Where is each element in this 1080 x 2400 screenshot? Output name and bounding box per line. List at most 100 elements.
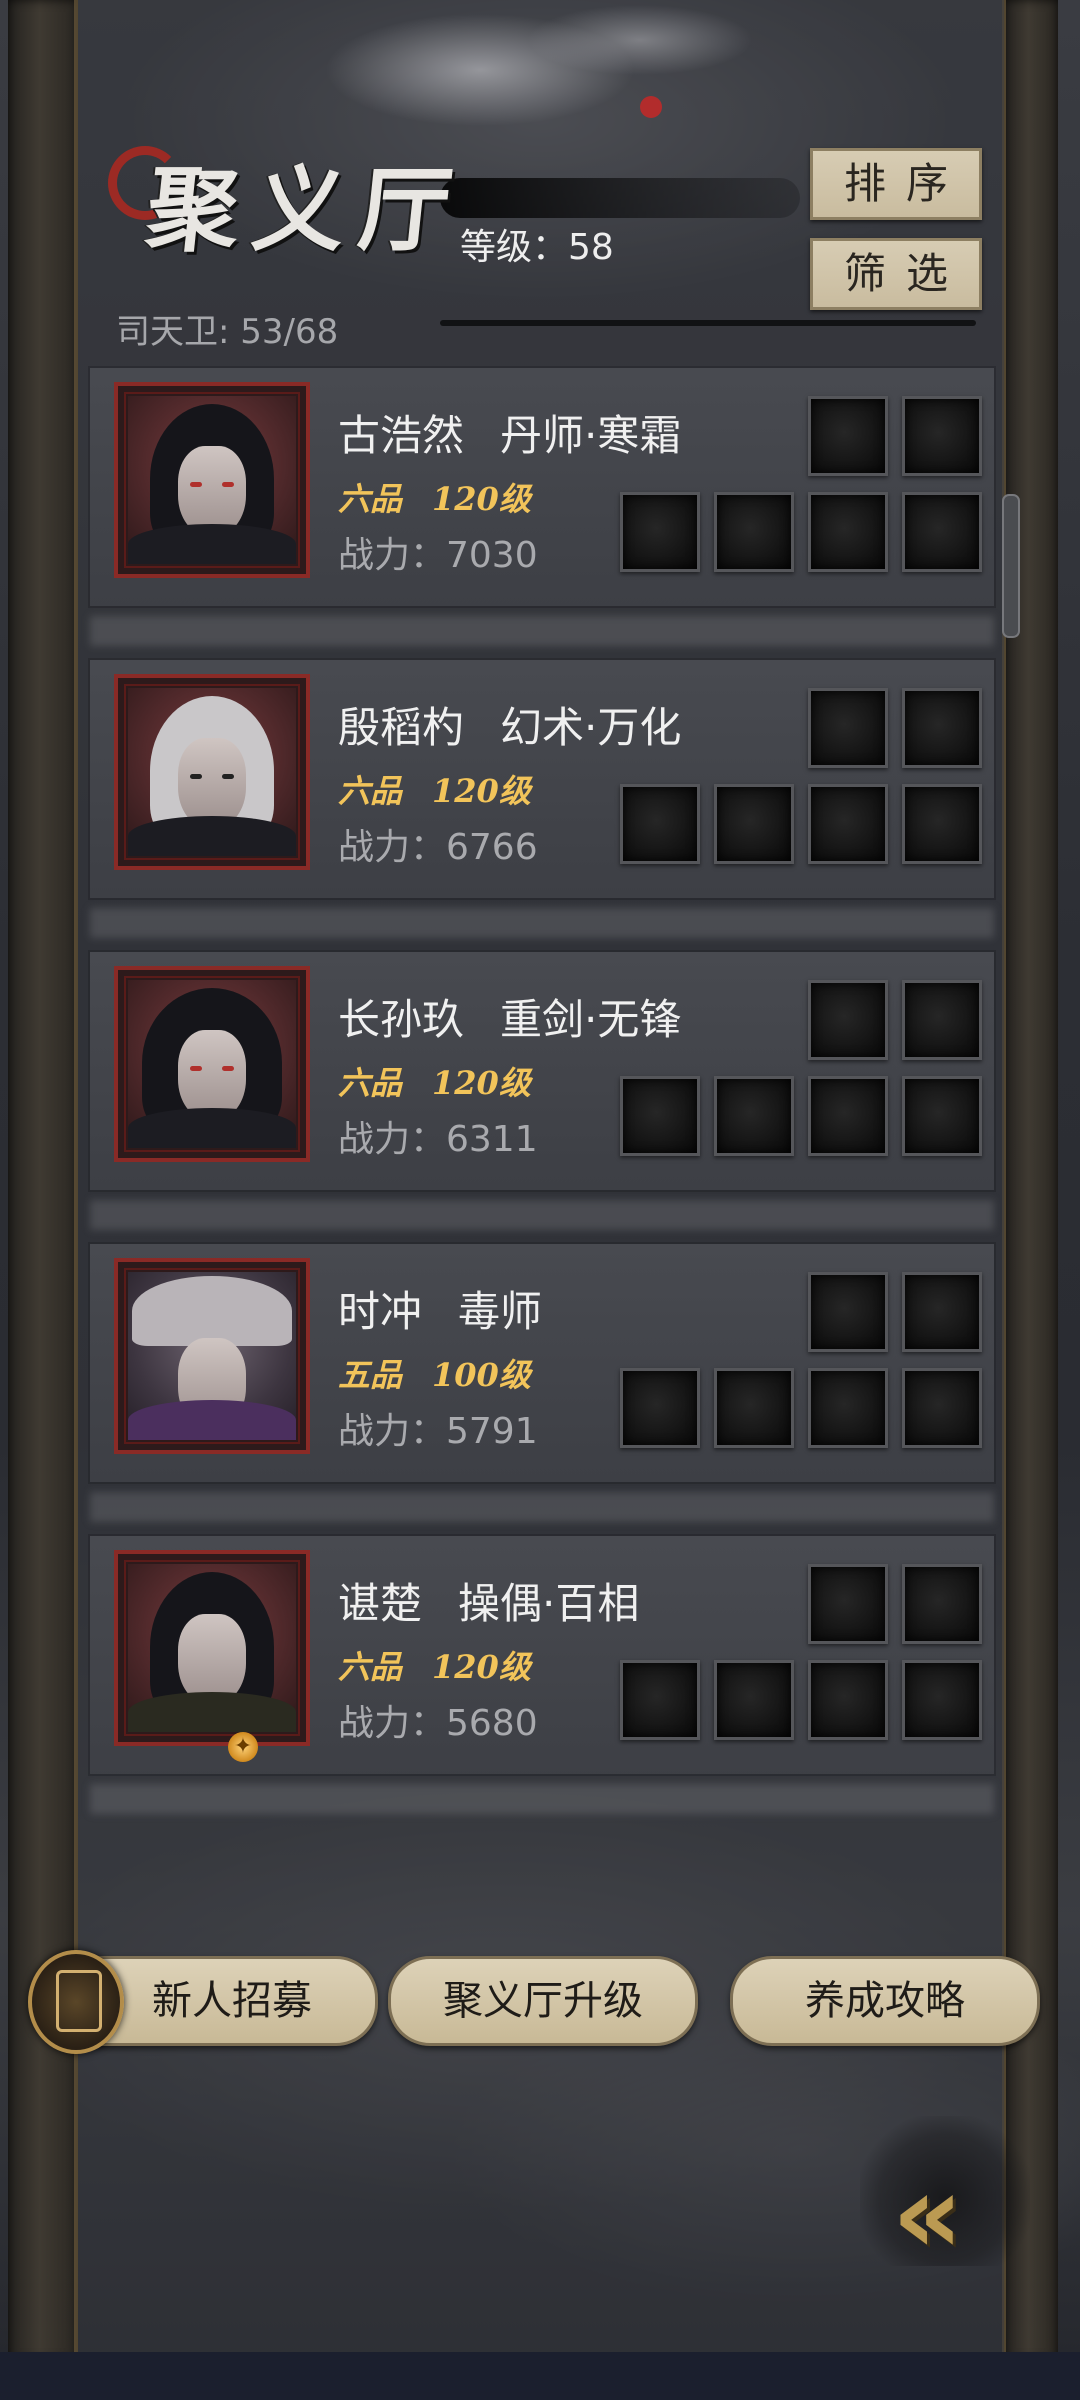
equipment-slot[interactable] <box>808 492 888 572</box>
hero-name-line: 殷稻杓 幻术·万化 <box>338 694 681 755</box>
equipment-slot[interactable] <box>808 1660 888 1740</box>
equipment-slot[interactable] <box>620 1076 700 1156</box>
recruit-token-icon[interactable] <box>28 1950 124 2054</box>
list-scrollbar[interactable] <box>1002 494 1020 638</box>
equipment-slot[interactable] <box>714 1660 794 1740</box>
equipment-slot[interactable] <box>902 980 982 1060</box>
guide-button[interactable]: 养成攻略 <box>730 1956 1040 2046</box>
portrait-eye <box>190 774 202 779</box>
equipment-slot[interactable] <box>808 784 888 864</box>
portrait-image <box>128 688 296 856</box>
hero-portrait[interactable] <box>114 1258 310 1454</box>
portrait-shoulders <box>128 1108 296 1148</box>
portrait-eye <box>222 482 234 487</box>
equipment-slot[interactable] <box>808 1272 888 1352</box>
portrait-face <box>178 1614 246 1704</box>
hero-class: 操偶·百相 <box>458 1579 640 1628</box>
hero-power: 战力：6766 <box>338 827 538 868</box>
equipment-slot[interactable] <box>808 396 888 476</box>
hero-rank: 六品 <box>338 1064 403 1102</box>
equipment-slot[interactable] <box>808 1076 888 1156</box>
hero-name: 时冲 <box>338 1287 423 1336</box>
hero-portrait[interactable] <box>114 674 310 870</box>
header-divider <box>440 320 976 326</box>
hero-level: 120级 <box>432 480 531 518</box>
hero-portrait[interactable]: ✦ <box>114 1550 310 1762</box>
filter-button[interactable]: 筛选 <box>810 238 982 310</box>
title-brush-stroke <box>440 178 800 218</box>
equipment-slot[interactable] <box>808 1564 888 1644</box>
guard-count: 司天卫: 53/68 <box>116 312 339 352</box>
hero-row[interactable]: ✦ 谌楚 操偶·百相 六品 120级 战力：5680 <box>90 1536 994 1774</box>
hero-rank-line: 六品 120级 <box>338 474 531 520</box>
back-ink-splash <box>860 2116 1030 2266</box>
equipment-slot[interactable] <box>902 688 982 768</box>
hero-level: 120级 <box>432 1064 531 1102</box>
portrait-image <box>128 1564 296 1732</box>
portrait-image <box>128 980 296 1148</box>
equipment-slot[interactable] <box>902 1272 982 1352</box>
portrait-shoulders <box>128 816 296 856</box>
equipment-slot[interactable] <box>808 1368 888 1448</box>
hero-power: 战力：7030 <box>338 535 538 576</box>
hero-rank: 六品 <box>338 1648 403 1686</box>
portrait-eye <box>222 774 234 779</box>
hero-class: 丹师·寒霜 <box>500 411 682 460</box>
hero-rank: 五品 <box>338 1356 403 1394</box>
hall-upgrade-button[interactable]: 聚义厅升级 <box>388 1956 698 2046</box>
portrait-face <box>178 738 246 828</box>
equipment-slot[interactable] <box>902 396 982 476</box>
hero-row[interactable]: 时冲 毒师 五品 100级 战力：5791 <box>90 1244 994 1482</box>
equipment-slot[interactable] <box>808 980 888 1060</box>
portrait-image <box>128 1272 296 1440</box>
portrait-shoulders <box>128 524 296 564</box>
equipment-slot[interactable] <box>902 1564 982 1644</box>
equipment-slot[interactable] <box>714 492 794 572</box>
hero-name-line: 长孙玖 重剑·无锋 <box>338 986 681 1047</box>
hero-portrait[interactable] <box>114 382 310 578</box>
hero-rank: 六品 <box>338 480 403 518</box>
hero-rank-line: 六品 120级 <box>338 1642 531 1688</box>
equipment-slot[interactable] <box>902 784 982 864</box>
hero-row[interactable]: 古浩然 丹师·寒霜 六品 120级 战力：7030 <box>90 368 994 606</box>
equipment-slot[interactable] <box>902 492 982 572</box>
hero-power: 战力：6311 <box>338 1119 538 1160</box>
portrait-image <box>128 396 296 564</box>
hero-row[interactable]: 长孙玖 重剑·无锋 六品 120级 战力：6311 <box>90 952 994 1190</box>
hero-name: 长孙玖 <box>338 995 465 1044</box>
hero-name: 古浩然 <box>338 411 465 460</box>
equipment-slot[interactable] <box>902 1660 982 1740</box>
hero-rank: 六品 <box>338 772 403 810</box>
hero-level: 120级 <box>432 772 531 810</box>
hero-name-line: 古浩然 丹师·寒霜 <box>338 402 681 463</box>
hero-name: 殷稻杓 <box>338 703 465 752</box>
equipment-slot[interactable] <box>620 784 700 864</box>
hero-portrait[interactable] <box>114 966 310 1162</box>
hero-name-line: 谌楚 操偶·百相 <box>338 1570 639 1631</box>
equipment-slot[interactable] <box>808 688 888 768</box>
equipment-slot[interactable] <box>714 1368 794 1448</box>
page-title: 聚义厅 <box>141 156 471 264</box>
equipment-slot[interactable] <box>620 1368 700 1448</box>
double-chevron-left-icon[interactable]: « <box>892 2150 963 2278</box>
flame-badge-icon: ✦ <box>228 1732 258 1762</box>
portrait-hat <box>132 1276 292 1346</box>
crane-crest-icon <box>640 96 662 118</box>
bottom-edge <box>0 2352 1080 2400</box>
portrait-face <box>178 1030 246 1120</box>
equipment-slot[interactable] <box>902 1368 982 1448</box>
hero-name: 谌楚 <box>338 1579 423 1628</box>
hero-rank-line: 六品 120级 <box>338 1058 531 1104</box>
portrait-shoulders <box>128 1400 296 1440</box>
equipment-slot[interactable] <box>714 1076 794 1156</box>
equipment-slot[interactable] <box>902 1076 982 1156</box>
hero-rank-line: 六品 120级 <box>338 766 531 812</box>
sort-button[interactable]: 排序 <box>810 148 982 220</box>
equipment-slot[interactable] <box>620 1660 700 1740</box>
equipment-slot[interactable] <box>620 492 700 572</box>
level-label: 等级： <box>460 227 569 268</box>
portrait-eye <box>190 482 202 487</box>
hero-row[interactable]: 殷稻杓 幻术·万化 六品 120级 战力：6766 <box>90 660 994 898</box>
equipment-slot[interactable] <box>714 784 794 864</box>
screen: 聚义厅 等级：58 司天卫: 53/68 排序 筛选 古浩然 丹师·寒霜 六品 12… <box>0 0 1080 2400</box>
